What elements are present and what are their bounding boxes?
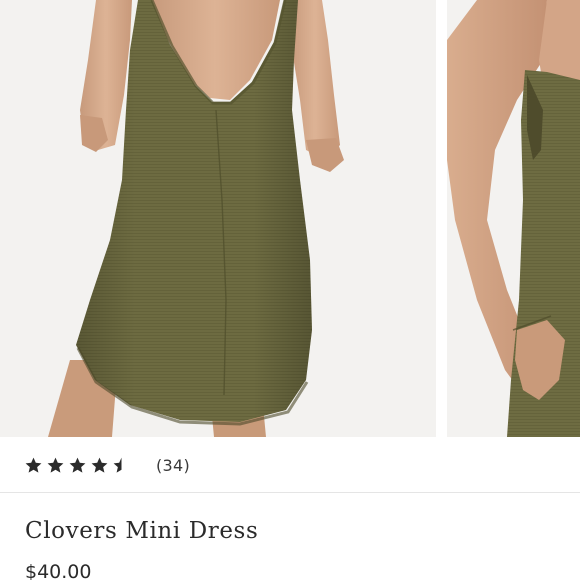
star-full-icon (25, 457, 42, 473)
product-image-gallery[interactable] (0, 0, 580, 437)
star-half-icon (113, 457, 130, 473)
star-full-icon (91, 457, 108, 473)
product-photo-back (0, 0, 436, 437)
product-title: Clovers Mini Dress (25, 518, 259, 544)
product-rating[interactable]: (34) (24, 452, 190, 478)
star-full-icon (47, 457, 64, 473)
product-photo-side (447, 0, 580, 437)
star-full-icon (69, 457, 86, 473)
review-count[interactable]: (34) (156, 456, 190, 475)
product-image-side-view[interactable] (447, 0, 580, 437)
product-price: $40.00 (25, 561, 92, 580)
product-image-back-view[interactable] (0, 0, 436, 437)
rating-stars (24, 456, 131, 475)
divider (0, 492, 580, 493)
product-page: (34) Clovers Mini Dress $40.00 (0, 0, 580, 580)
